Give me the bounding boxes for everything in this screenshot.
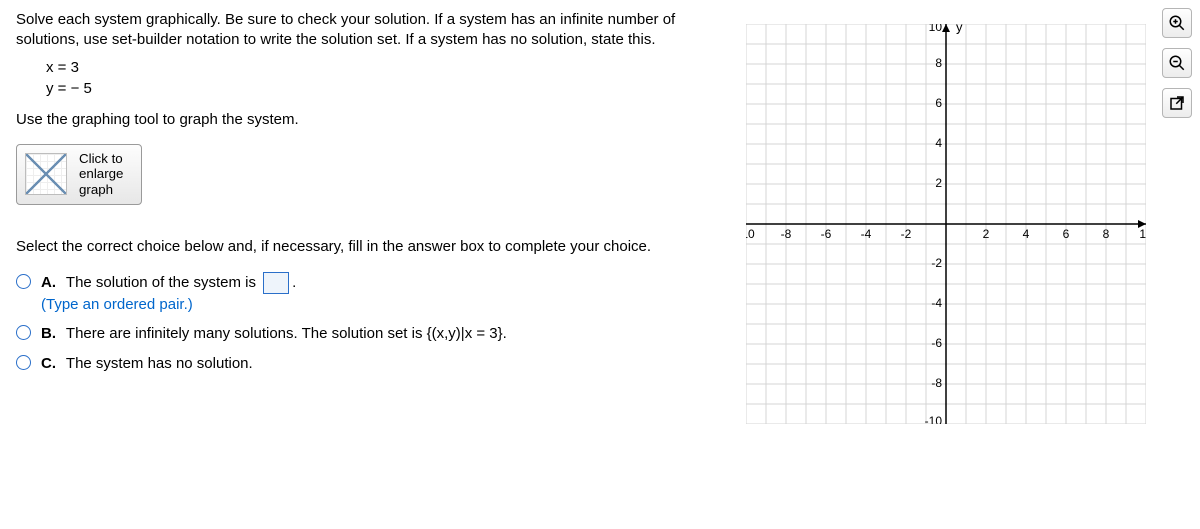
radio-c[interactable]: [16, 355, 31, 370]
svg-text:-6: -6: [821, 227, 832, 241]
svg-text:2: 2: [935, 176, 942, 190]
enlarge-graph-label: Click to enlarge graph: [79, 151, 123, 199]
radio-a[interactable]: [16, 274, 31, 289]
enlarge-graph-button[interactable]: Click to enlarge graph: [16, 144, 142, 206]
zoom-in-button[interactable]: [1162, 8, 1192, 38]
svg-text:8: 8: [1103, 227, 1110, 241]
svg-text:-8: -8: [931, 376, 942, 390]
choice-c-letter: C.: [41, 355, 56, 372]
zoom-out-icon: [1168, 54, 1186, 72]
svg-text:-2: -2: [931, 256, 942, 270]
svg-text:-6: -6: [931, 336, 942, 350]
y-axis-label: y: [956, 24, 963, 35]
svg-text:-10: -10: [925, 414, 943, 424]
svg-text:10: 10: [929, 24, 943, 34]
problem-prompt: Solve each system graphically. Be sure t…: [16, 10, 716, 51]
choice-a-answer-box[interactable]: [263, 272, 289, 294]
radio-b[interactable]: [16, 325, 31, 340]
zoom-out-button[interactable]: [1162, 48, 1192, 78]
svg-text:-4: -4: [931, 296, 942, 310]
choice-a-text-after: .: [292, 274, 296, 291]
graph-instruction: Use the graphing tool to graph the syste…: [16, 111, 716, 128]
svg-text:8: 8: [935, 56, 942, 70]
choice-c-text: The system has no solution.: [66, 355, 253, 372]
choice-a-hint: (Type an ordered pair.): [41, 296, 193, 313]
svg-text:-8: -8: [781, 227, 792, 241]
choice-b-letter: B.: [41, 325, 56, 342]
choice-b[interactable]: B. There are infinitely many solutions. …: [16, 323, 716, 345]
svg-text:10: 10: [1139, 227, 1146, 241]
select-choice-prompt: Select the correct choice below and, if …: [16, 237, 716, 257]
equation-system: x = 3 y = − 5: [46, 57, 716, 99]
svg-text:4: 4: [1023, 227, 1030, 241]
svg-text:4: 4: [935, 136, 942, 150]
svg-text:-10: -10: [746, 227, 755, 241]
graph-thumbnail-icon: [25, 153, 67, 195]
choice-a-text-before: The solution of the system is: [66, 274, 256, 291]
zoom-in-icon: [1168, 14, 1186, 32]
coordinate-graph[interactable]: -10 -8 -6 -4 -2 2 4 6 8 10 10 8 6 4: [736, 14, 1166, 444]
equation-1: x = 3: [46, 57, 716, 78]
svg-text:2: 2: [983, 227, 990, 241]
choice-a-letter: A.: [41, 274, 56, 291]
equation-2: y = − 5: [46, 78, 716, 99]
svg-text:6: 6: [1063, 227, 1070, 241]
choice-c[interactable]: C. The system has no solution.: [16, 353, 716, 375]
open-new-window-icon: [1168, 94, 1186, 112]
svg-text:-4: -4: [861, 227, 872, 241]
open-new-window-button[interactable]: [1162, 88, 1192, 118]
svg-text:6: 6: [935, 96, 942, 110]
svg-text:-2: -2: [901, 227, 912, 241]
choice-a[interactable]: A. The solution of the system is . (Type…: [16, 272, 716, 316]
choice-b-text: There are infinitely many solutions. The…: [66, 325, 507, 342]
